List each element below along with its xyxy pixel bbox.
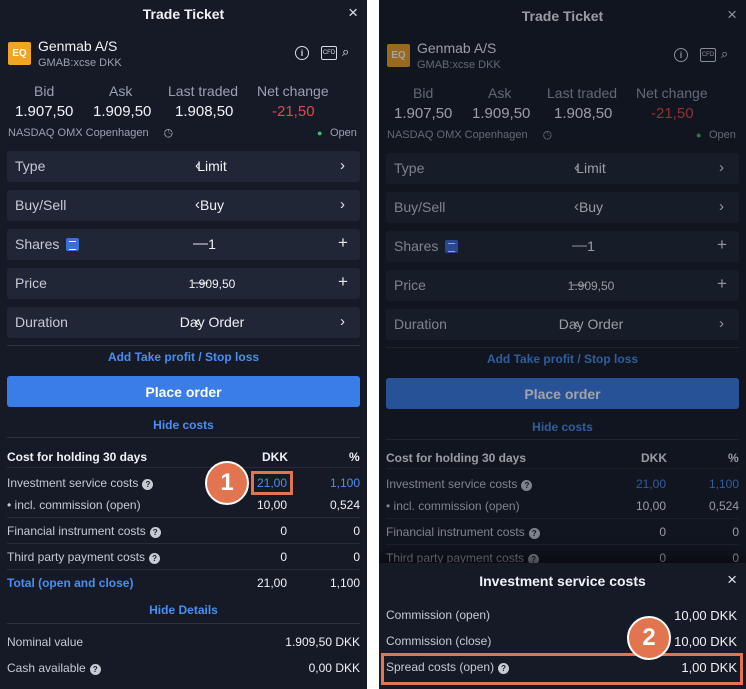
help-icon[interactable]: ?: [89, 664, 101, 675]
field-label: Duration: [15, 314, 68, 330]
cost-label: Financial instrument costs: [7, 524, 146, 538]
buy-sell-selector: Buy/Sell ‹ Buy ›: [7, 190, 360, 221]
equity-badge: EQ: [8, 42, 31, 65]
ask-value: 1.909,50: [93, 103, 152, 120]
cost-label: Third party payment costs: [7, 550, 146, 564]
net-change-value: -21,50: [272, 103, 315, 120]
divider: [7, 543, 360, 544]
costs-col-dkk: DKK: [262, 450, 288, 464]
shares-input[interactable]: 1: [152, 236, 272, 252]
third-party-pct: 0: [353, 550, 360, 564]
third-party-costs-row: Third party payment costs?: [7, 550, 161, 564]
cfd-icon[interactable]: CFD: [321, 46, 337, 60]
commission-close-label: Commission (close): [386, 634, 492, 648]
costs-col-pct: %: [349, 450, 360, 464]
trade-ticket-panel: Trade Ticket × EQ Genmab A/S GMAB:xcse D…: [379, 0, 746, 689]
ticket-title: Trade Ticket: [142, 6, 225, 22]
bid-value: 1.907,50: [15, 103, 74, 120]
divider: [7, 467, 360, 468]
plus-icon[interactable]: +: [338, 233, 348, 253]
bid-label: Bid: [34, 83, 55, 99]
financial-dkk: 0: [280, 524, 287, 538]
chevron-right-icon[interactable]: ›: [340, 157, 345, 174]
financial-costs-row: Financial instrument costs?: [7, 524, 161, 538]
duration-selector: Duration ‹ Day Order ›: [7, 307, 360, 338]
nominal-value: 1.909,50 DKK: [285, 635, 360, 649]
cost-label: Investment service costs: [7, 476, 139, 490]
hide-details-link[interactable]: Hide Details: [0, 603, 367, 617]
info-icon[interactable]: i: [295, 46, 309, 60]
total-costs-link[interactable]: Total (open and close): [7, 576, 133, 590]
divider: [7, 517, 360, 518]
divider: [7, 623, 360, 624]
chevron-right-icon[interactable]: ›: [340, 196, 345, 213]
shares-stepper: Shares — 1 +: [7, 229, 360, 260]
help-icon[interactable]: ?: [142, 479, 154, 490]
price-input[interactable]: 1.909,50: [152, 277, 272, 291]
add-take-profit-stop-loss-link[interactable]: Add Take profit / Stop loss: [0, 350, 367, 364]
annotation-badge-2: 2: [627, 616, 671, 660]
overlay-dim[interactable]: [379, 0, 746, 563]
divider: [7, 437, 360, 438]
cash-available-value: 0,00 DKK: [308, 661, 360, 675]
help-icon[interactable]: ?: [149, 527, 161, 538]
ask-label: Ask: [109, 83, 133, 99]
net-change-label: Net change: [257, 83, 329, 99]
exchange-name: NASDAQ OMX Copenhagen: [8, 127, 149, 139]
field-label: Price: [15, 275, 47, 291]
annotation-badge-1: 1: [205, 461, 249, 505]
price-stepper: Price — 1.909,50 +: [7, 268, 360, 299]
divider: [7, 569, 360, 570]
close-icon[interactable]: ×: [727, 570, 737, 590]
order-type-selector: Type ‹ Limit ›: [7, 151, 360, 182]
third-party-dkk: 0: [280, 550, 287, 564]
calculator-icon[interactable]: [66, 238, 79, 251]
investment-costs-pct-link[interactable]: 1,100: [300, 476, 360, 490]
commission-pct: 0,524: [329, 498, 360, 512]
financial-pct: 0: [353, 524, 360, 538]
plus-icon[interactable]: +: [338, 272, 348, 292]
help-icon[interactable]: ?: [149, 553, 161, 564]
modal-title: Investment service costs: [479, 573, 646, 589]
last-traded-value: 1.908,50: [175, 103, 234, 120]
commission-open-label: Commission (open): [386, 608, 491, 622]
buy-sell-value: Buy: [199, 197, 225, 213]
nominal-value-label: Nominal value: [7, 635, 84, 649]
costs-title: Cost for holding 30 days: [7, 450, 148, 464]
highlight-box: [381, 653, 743, 685]
last-traded-label: Last traded: [168, 83, 239, 99]
chevron-right-icon[interactable]: ›: [340, 313, 345, 330]
cash-available-row: Cash available?: [7, 661, 101, 675]
hide-costs-link[interactable]: Hide costs: [0, 418, 367, 432]
instrument-name: Genmab A/S: [38, 38, 118, 54]
field-label: Buy/Sell: [15, 197, 67, 213]
cash-available-label: Cash available: [7, 661, 86, 675]
total-pct: 1,100: [329, 576, 360, 590]
field-label: Type: [15, 158, 46, 174]
divider: [7, 345, 360, 346]
order-type-value: Limit: [197, 158, 227, 174]
place-order-button[interactable]: Place order: [7, 376, 360, 407]
close-icon[interactable]: ×: [348, 3, 358, 23]
trade-ticket-panel: Trade Ticket × EQ Genmab A/S GMAB:xcse D…: [0, 0, 367, 689]
commission-label: • incl. commission (open): [7, 498, 141, 512]
duration-value: Day Order: [179, 314, 245, 330]
highlight-box: [251, 471, 293, 495]
field-label: Shares: [15, 236, 60, 252]
total-dkk: 21,00: [256, 576, 287, 590]
investment-costs-row: Investment service costs?: [7, 476, 154, 490]
status-dot-icon: ●: [317, 128, 323, 138]
clock-icon[interactable]: 🕒︎: [164, 128, 173, 141]
search-icon[interactable]: ⌕: [342, 44, 349, 60]
market-status: Open: [330, 127, 357, 139]
instrument-symbol: GMAB:xcse DKK: [38, 57, 122, 69]
